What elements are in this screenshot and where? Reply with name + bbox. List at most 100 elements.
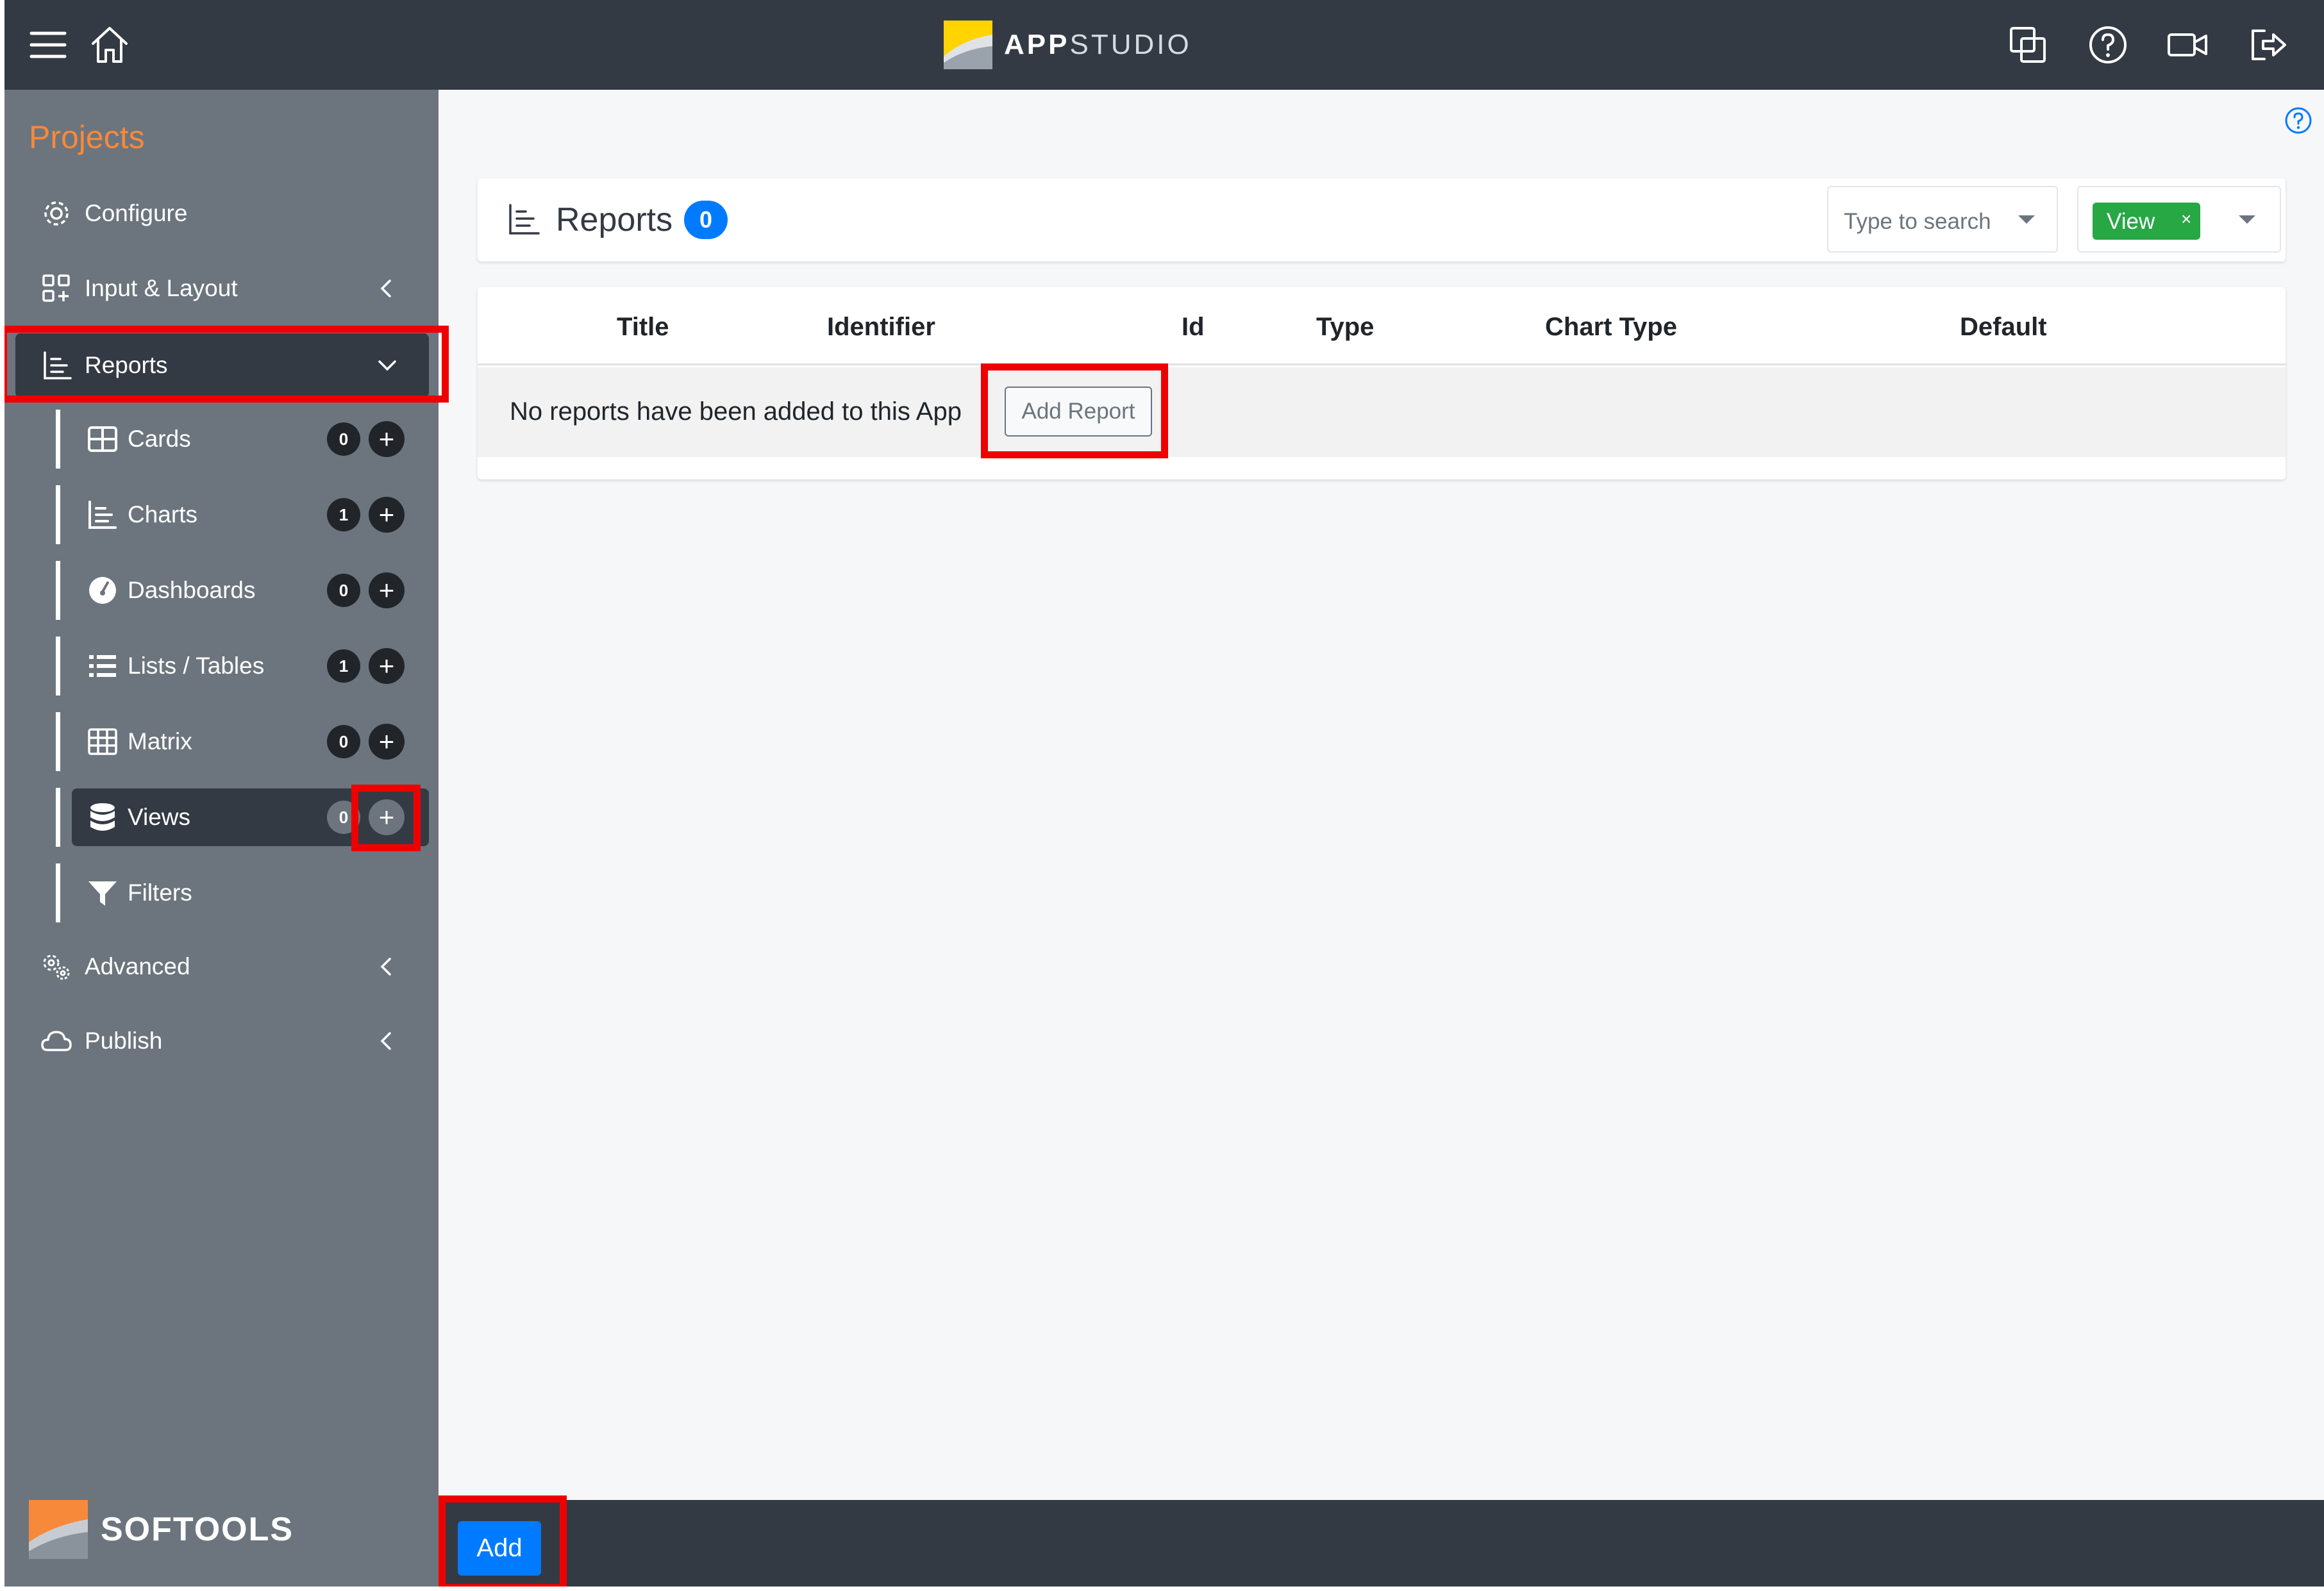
add-list-button[interactable]: + — [369, 648, 405, 684]
video-camera-icon[interactable] — [2165, 22, 2211, 68]
add-dashboard-button[interactable]: + — [369, 572, 405, 608]
column-header-identifier[interactable]: Identifier — [827, 313, 935, 342]
add-card-button[interactable]: + — [369, 421, 405, 457]
softools-brand-text: SOFTOOLS — [101, 1511, 294, 1548]
add-view-button[interactable]: + — [369, 799, 405, 835]
sidebar-subitem-cards[interactable]: Cards 0 + — [4, 407, 439, 471]
view-filter-select[interactable]: View × — [2077, 186, 2281, 253]
reports-header-card: Reports 0 Type to search View × — [478, 178, 2286, 262]
sidebar-subitem-label: Charts — [128, 501, 197, 528]
sidebar-subitem-label: Filters — [128, 879, 192, 906]
sidebar-item-label: Configure — [85, 200, 188, 226]
sidebar-title: Projects — [29, 119, 145, 155]
table-header: Title Identifier Id Type Chart Type Defa… — [478, 287, 2286, 365]
tree-line — [56, 788, 60, 847]
brand-light-text: STUDIO — [1069, 29, 1192, 60]
sidebar-item-label: Reports — [85, 352, 168, 378]
gear-icon — [40, 197, 73, 230]
count-badge: 0 — [327, 725, 360, 758]
column-header-chart-type[interactable]: Chart Type — [1545, 313, 1677, 342]
empty-state-message: No reports have been added to this App — [510, 397, 962, 426]
add-report-button[interactable]: Add Report — [1005, 387, 1152, 437]
reports-table: Title Identifier Id Type Chart Type Defa… — [478, 287, 2286, 479]
count-badge: 1 — [327, 649, 360, 683]
empty-state-row: No reports have been added to this App A… — [478, 367, 2286, 457]
copy-windows-icon[interactable] — [2005, 22, 2051, 68]
gauge-icon — [85, 572, 121, 608]
cloud-icon — [40, 1024, 73, 1058]
add-button[interactable]: Add — [458, 1521, 541, 1576]
count-badge: 1 — [327, 498, 360, 531]
sidebar-item-advanced[interactable]: Advanced — [4, 935, 439, 999]
add-chart-button[interactable]: + — [369, 497, 405, 533]
view-filter-tag: View × — [2093, 203, 2200, 240]
column-header-default[interactable]: Default — [1960, 313, 2047, 342]
chart-icon — [85, 497, 121, 533]
add-matrix-button[interactable]: + — [369, 724, 405, 760]
chevron-left-icon — [380, 958, 391, 976]
search-placeholder: Type to search — [1844, 209, 1991, 234]
sidebar-item-label: Publish — [85, 1028, 163, 1054]
search-select[interactable]: Type to search — [1827, 186, 2058, 253]
appstudio-logo: APPSTUDIO — [944, 19, 1192, 71]
appstudio-logo-icon — [944, 21, 992, 69]
tree-line — [56, 863, 60, 922]
sidebar-item-publish[interactable]: Publish — [4, 1009, 439, 1073]
sidebar-subitem-charts[interactable]: Charts 1 + — [4, 483, 439, 547]
count-badge: 0 — [327, 422, 360, 456]
sidebar-subitem-views[interactable]: Views 0 + — [4, 785, 439, 849]
home-icon[interactable] — [87, 22, 133, 68]
hamburger-menu-icon[interactable] — [25, 22, 71, 68]
count-badge: 0 — [327, 574, 360, 607]
softools-logo-icon — [29, 1500, 88, 1559]
logout-icon[interactable] — [2245, 22, 2291, 68]
sidebar-item-configure[interactable]: Configure — [4, 181, 439, 246]
sidebar: Projects Configure Input & Layout Report… — [4, 90, 439, 1587]
reports-chart-icon — [509, 204, 540, 235]
tree-line — [56, 712, 60, 771]
column-header-title[interactable]: Title — [617, 313, 669, 342]
list-icon — [85, 648, 121, 684]
sidebar-item-label: Advanced — [85, 953, 190, 979]
sidebar-item-input-layout[interactable]: Input & Layout — [4, 256, 439, 321]
bottom-action-bar: Add — [439, 1500, 2324, 1587]
view-tag-label: View — [2107, 209, 2155, 234]
remove-tag-icon[interactable]: × — [2181, 209, 2191, 229]
cards-grid-icon — [85, 421, 121, 457]
tree-line — [56, 561, 60, 620]
caret-down-icon — [2018, 215, 2035, 224]
sidebar-item-label: Input & Layout — [85, 275, 238, 301]
matrix-grid-icon — [85, 724, 121, 760]
filter-icon — [85, 875, 121, 911]
sidebar-subitem-label: Cards — [128, 426, 191, 452]
tree-line — [56, 637, 60, 696]
sidebar-subitem-label: Matrix — [128, 728, 192, 754]
help-circle-icon[interactable] — [2085, 22, 2131, 68]
sidebar-subitem-dashboards[interactable]: Dashboards 0 + — [4, 558, 439, 622]
brand-bold-text: APP — [1004, 29, 1070, 60]
sidebar-subitem-filters[interactable]: Filters — [4, 861, 439, 925]
reports-count-badge: 0 — [684, 201, 728, 239]
softools-logo: SOFTOOLS — [29, 1500, 294, 1559]
tree-line — [56, 410, 60, 469]
sidebar-subitem-label: Views — [128, 804, 191, 830]
database-icon — [85, 799, 121, 835]
layout-grid-icon — [40, 272, 73, 305]
column-header-type[interactable]: Type — [1316, 313, 1374, 342]
caret-down-icon[interactable] — [2239, 215, 2255, 224]
top-bar: APPSTUDIO — [4, 0, 2324, 90]
sidebar-subitem-matrix[interactable]: Matrix 0 + — [4, 710, 439, 774]
sidebar-subitem-label: Dashboards — [128, 577, 256, 603]
sidebar-item-reports[interactable]: Reports — [15, 333, 429, 397]
chevron-left-icon — [380, 279, 391, 297]
page-title: Reports — [556, 201, 673, 238]
chevron-left-icon — [380, 1032, 391, 1050]
gears-icon — [40, 950, 73, 983]
tree-line — [56, 485, 60, 544]
sidebar-subitem-label: Lists / Tables — [128, 653, 265, 679]
column-header-id[interactable]: Id — [1182, 313, 1205, 342]
chevron-down-icon — [378, 360, 396, 371]
help-icon[interactable] — [2284, 106, 2313, 135]
count-badge: 0 — [327, 801, 360, 834]
sidebar-subitem-lists-tables[interactable]: Lists / Tables 1 + — [4, 634, 439, 698]
